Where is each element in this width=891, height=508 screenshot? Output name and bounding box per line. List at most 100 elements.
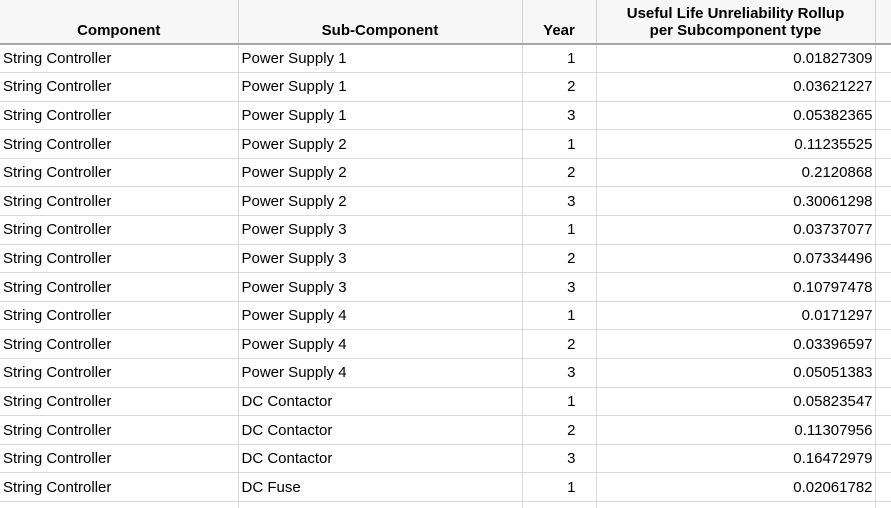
cell-subcomponent[interactable]: Power Supply 1 [238,101,523,131]
cell-value[interactable]: 0.02061782 [596,472,876,502]
table-row[interactable]: String Controller Power Supply 3 2 0.073344… [0,244,891,274]
cell-spacer[interactable] [875,186,891,217]
table-row[interactable]: String Controller DC Contactor 3 0.16472979 [0,444,891,474]
cell-component[interactable]: String Controller [0,387,239,417]
cell-value[interactable]: 0.05051383 [596,358,876,388]
cell-value[interactable]: 0.07334496 [596,244,876,274]
cell-value[interactable]: 0.10797478 [596,272,876,302]
cell-spacer[interactable] [875,329,891,360]
cell-spacer[interactable] [875,244,891,274]
cell-year[interactable]: 3 [522,444,597,474]
cell-year[interactable]: 2 [522,329,597,360]
table-row[interactable]: String Controller Power Supply 4 1 0.017129… [0,301,891,331]
cell-component[interactable]: String Controller [0,272,239,302]
cell-component[interactable]: String Controller [0,101,239,131]
table-row[interactable]: String Controller Power Supply 4 3 0.050513… [0,358,891,388]
cell-subcomponent[interactable]: Power Supply 2 [238,186,523,217]
cell-year[interactable]: 3 [522,186,597,217]
cell-subcomponent[interactable]: DC Contactor [238,387,523,417]
cell-partial[interactable] [522,501,597,508]
cell-component[interactable]: String Controller [0,158,239,188]
cell-year[interactable]: 3 [522,358,597,388]
column-header-year[interactable]: Year [522,0,597,45]
cell-spacer[interactable] [875,101,891,131]
cell-value[interactable]: 0.30061298 [596,186,876,217]
cell-subcomponent[interactable]: Power Supply 2 [238,158,523,188]
table-row[interactable]: String Controller Power Supply 2 3 0.300612… [0,186,891,217]
cell-subcomponent[interactable]: Power Supply 4 [238,358,523,388]
cell-spacer[interactable] [875,158,891,188]
cell-partial[interactable] [238,501,523,508]
cell-spacer[interactable] [875,301,891,331]
cell-year[interactable]: 1 [522,215,597,245]
cell-spacer[interactable] [875,44,891,74]
cell-subcomponent[interactable]: Power Supply 3 [238,215,523,245]
cell-subcomponent[interactable]: Power Supply 4 [238,329,523,360]
cell-value[interactable]: 0.16472979 [596,444,876,474]
cell-year[interactable]: 1 [522,44,597,74]
cell-subcomponent[interactable]: Power Supply 1 [238,44,523,74]
table-row[interactable]: String Controller Power Supply 1 2 0.036212… [0,72,891,102]
cell-value[interactable]: 0.05823547 [596,387,876,417]
cell-spacer[interactable] [875,272,891,302]
cell-year[interactable]: 3 [522,272,597,302]
cell-spacer[interactable] [875,472,891,502]
table-row[interactable]: String Controller Power Supply 2 1 0.112355… [0,129,891,159]
cell-value[interactable]: 0.05382365 [596,101,876,131]
cell-year[interactable]: 1 [522,472,597,502]
cell-subcomponent[interactable]: Power Supply 4 [238,301,523,331]
cell-subcomponent[interactable]: DC Contactor [238,444,523,474]
cell-partial[interactable] [596,501,876,508]
table-row[interactable]: String Controller Power Supply 1 1 0.018273… [0,44,891,74]
cell-value[interactable]: 0.0171297 [596,301,876,331]
cell-component[interactable]: String Controller [0,444,239,474]
cell-year[interactable]: 1 [522,387,597,417]
table-row[interactable]: String Controller Power Supply 4 2 0.033965… [0,329,891,360]
cell-year[interactable]: 2 [522,244,597,274]
cell-value[interactable]: 0.01827309 [596,44,876,74]
cell-component[interactable]: String Controller [0,301,239,331]
cell-spacer[interactable] [875,215,891,245]
table-row[interactable]: String Controller DC Fuse 1 0.02061782 [0,472,891,502]
cell-component[interactable]: String Controller [0,186,239,217]
cell-value[interactable]: 0.03396597 [596,329,876,360]
table-row[interactable]: String Controller Power Supply 3 1 0.037370… [0,215,891,245]
cell-year[interactable]: 2 [522,72,597,102]
cell-component[interactable]: String Controller [0,215,239,245]
cell-subcomponent[interactable]: Power Supply 1 [238,72,523,102]
cell-subcomponent[interactable]: Power Supply 2 [238,129,523,159]
cell-spacer[interactable] [875,72,891,102]
cell-subcomponent[interactable]: DC Fuse [238,472,523,502]
cell-value[interactable]: 0.2120868 [596,158,876,188]
cell-spacer[interactable] [875,358,891,388]
column-header-value[interactable]: Useful Life Unreliability Rollup per Sub… [596,0,876,45]
table-row[interactable]: String Controller Power Supply 1 3 0.053823… [0,101,891,131]
cell-value[interactable]: 0.11235525 [596,129,876,159]
table-row[interactable]: String Controller DC Contactor 1 0.05823547 [0,387,891,417]
column-header-component[interactable]: Component [0,0,239,45]
cell-component[interactable]: String Controller [0,358,239,388]
cell-value[interactable]: 0.11307956 [596,415,876,445]
cell-value[interactable]: 0.03621227 [596,72,876,102]
table-row-partial[interactable] [0,501,891,508]
table-row[interactable]: String Controller Power Supply 2 2 0.212086… [0,158,891,188]
cell-year[interactable]: 1 [522,301,597,331]
cell-subcomponent[interactable]: DC Contactor [238,415,523,445]
cell-year[interactable]: 3 [522,101,597,131]
table-row[interactable]: String Controller Power Supply 3 3 0.107974… [0,272,891,302]
cell-year[interactable]: 2 [522,415,597,445]
cell-subcomponent[interactable]: Power Supply 3 [238,272,523,302]
cell-component[interactable]: String Controller [0,329,239,360]
cell-component[interactable]: String Controller [0,72,239,102]
cell-component[interactable]: String Controller [0,415,239,445]
cell-subcomponent[interactable]: Power Supply 3 [238,244,523,274]
cell-spacer[interactable] [875,387,891,417]
cell-partial[interactable] [0,501,239,508]
cell-spacer[interactable] [875,415,891,445]
cell-component[interactable]: String Controller [0,129,239,159]
cell-spacer[interactable] [875,444,891,474]
cell-component[interactable]: String Controller [0,244,239,274]
cell-component[interactable]: String Controller [0,472,239,502]
column-header-subcomponent[interactable]: Sub-Component [238,0,523,45]
cell-spacer[interactable] [875,129,891,159]
